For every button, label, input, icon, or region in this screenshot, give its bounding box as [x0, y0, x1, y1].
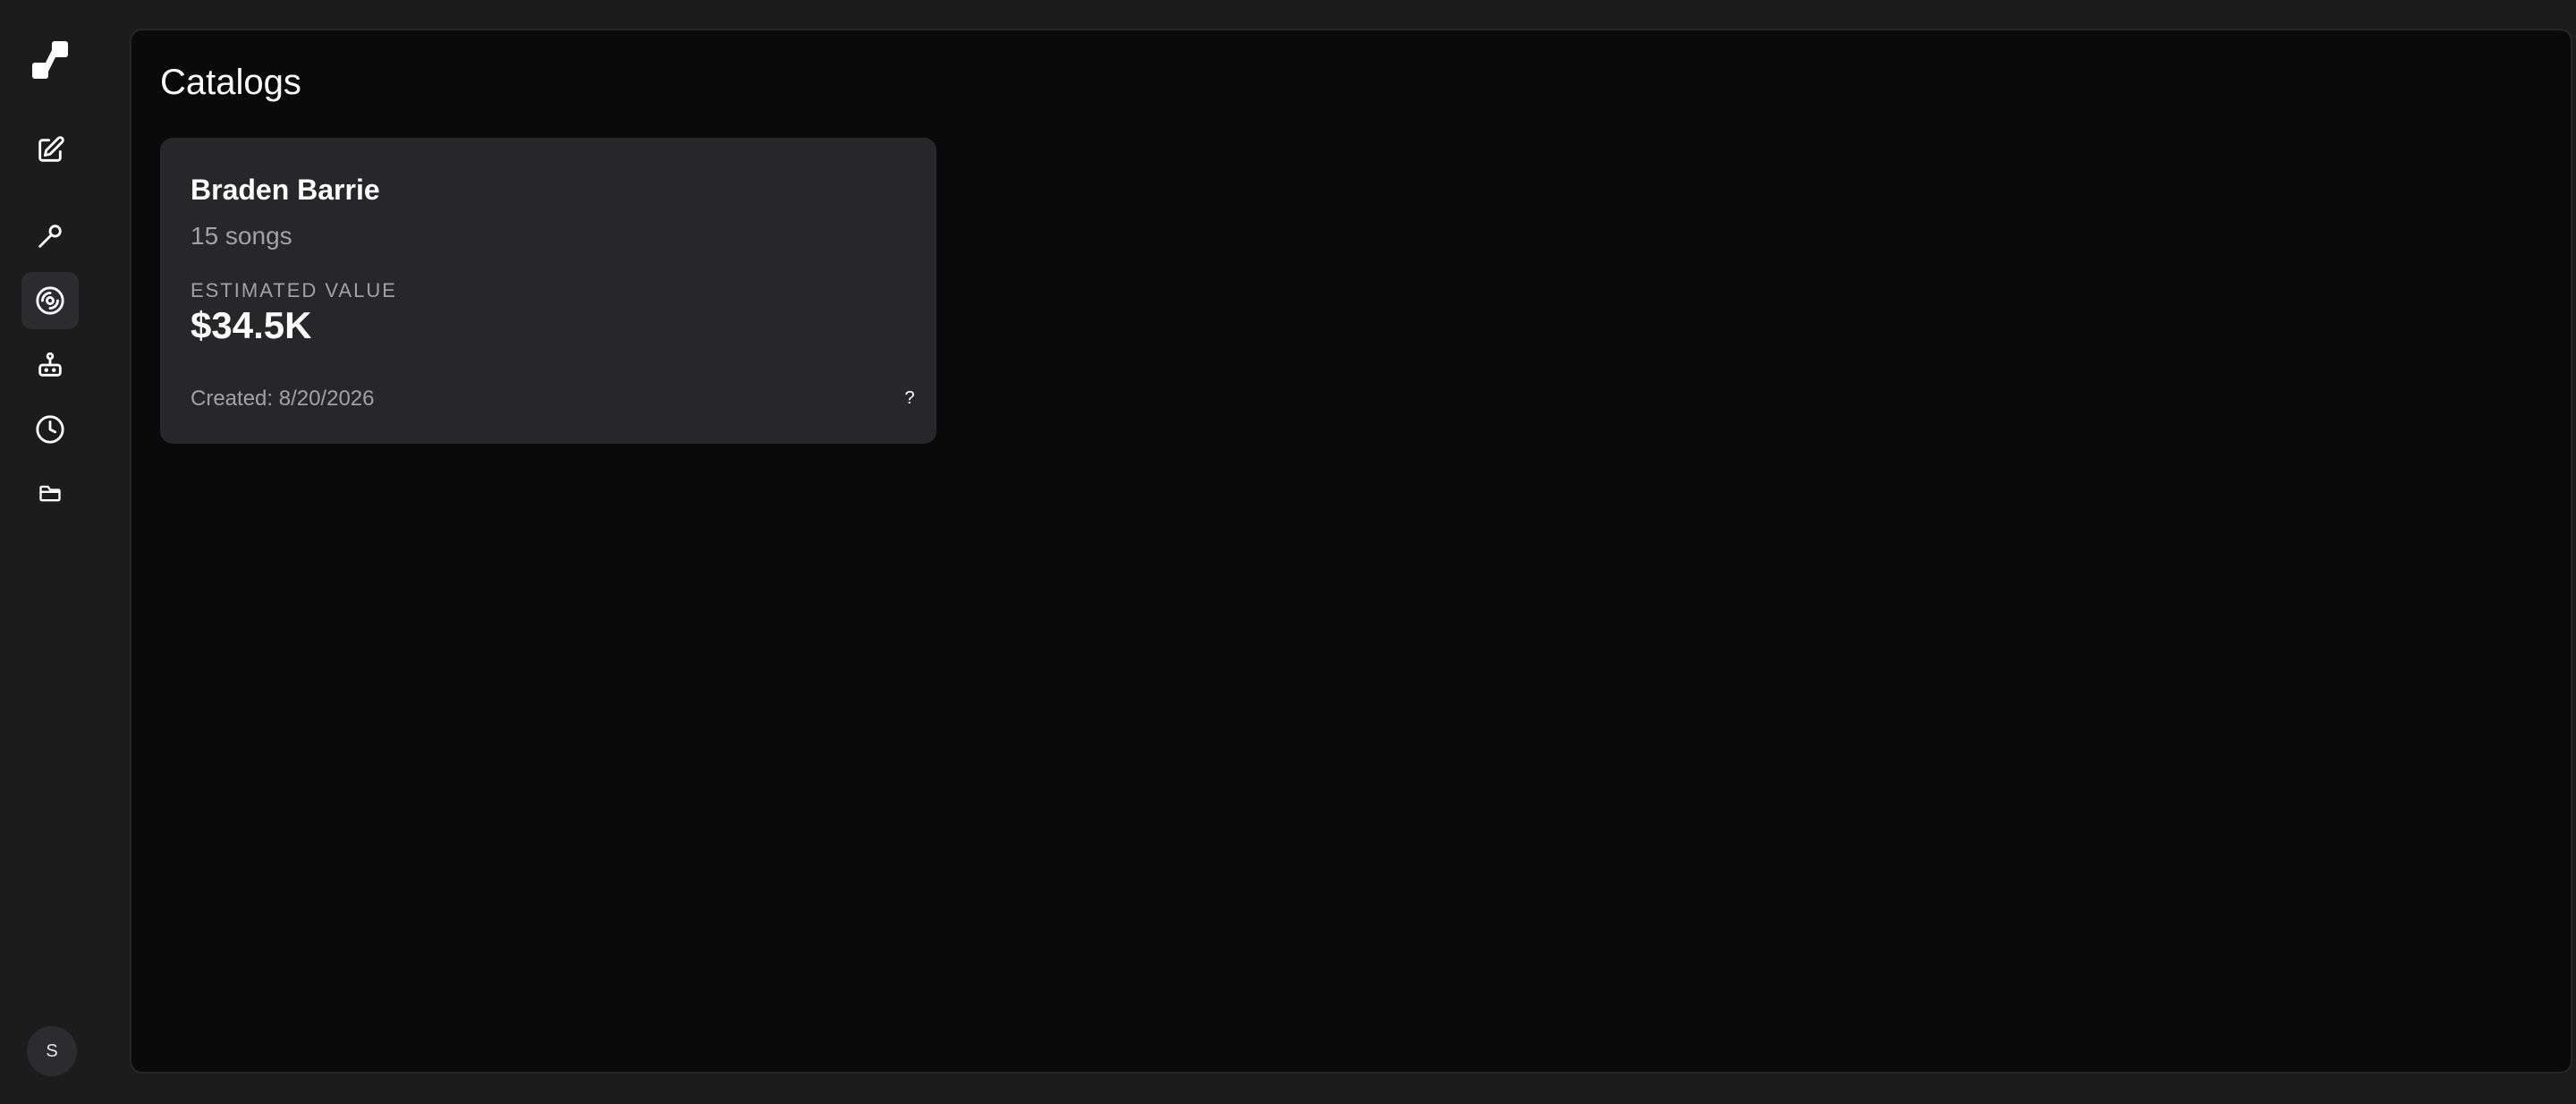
disc-icon	[36, 286, 64, 315]
help-button[interactable]: ?	[899, 388, 920, 410]
main-panel: Catalogs Braden Barrie 15 songs ESTIMATE…	[130, 29, 2572, 1074]
folder-icon	[39, 485, 61, 502]
app-logo-icon[interactable]	[32, 41, 68, 79]
nav-history-button[interactable]	[21, 401, 79, 458]
robot-icon	[38, 352, 62, 377]
user-avatar[interactable]: S	[27, 1026, 77, 1076]
catalog-song-count: 15 songs	[191, 222, 292, 250]
nav-files-button[interactable]	[21, 464, 79, 522]
page-title: Catalogs	[160, 63, 301, 102]
avatar-initial: S	[46, 1040, 58, 1061]
wrench-icon	[38, 225, 62, 248]
clock-icon	[36, 415, 64, 444]
nav-tools-button[interactable]	[21, 208, 79, 265]
sidebar: S	[0, 0, 100, 1104]
catalog-card[interactable]: Braden Barrie 15 songs ESTIMATED VALUE $…	[160, 138, 936, 444]
nav-catalogs-button[interactable]	[21, 272, 79, 329]
estimated-value-label: ESTIMATED VALUE	[191, 279, 397, 301]
nav-agents-button[interactable]	[21, 336, 79, 394]
catalog-name: Braden Barrie	[191, 174, 380, 206]
catalog-created-date: Created: 8/20/2026	[191, 386, 375, 411]
estimated-value: $34.5K	[191, 304, 312, 346]
nav-compose-button[interactable]	[21, 122, 79, 179]
edit-icon	[38, 136, 64, 162]
